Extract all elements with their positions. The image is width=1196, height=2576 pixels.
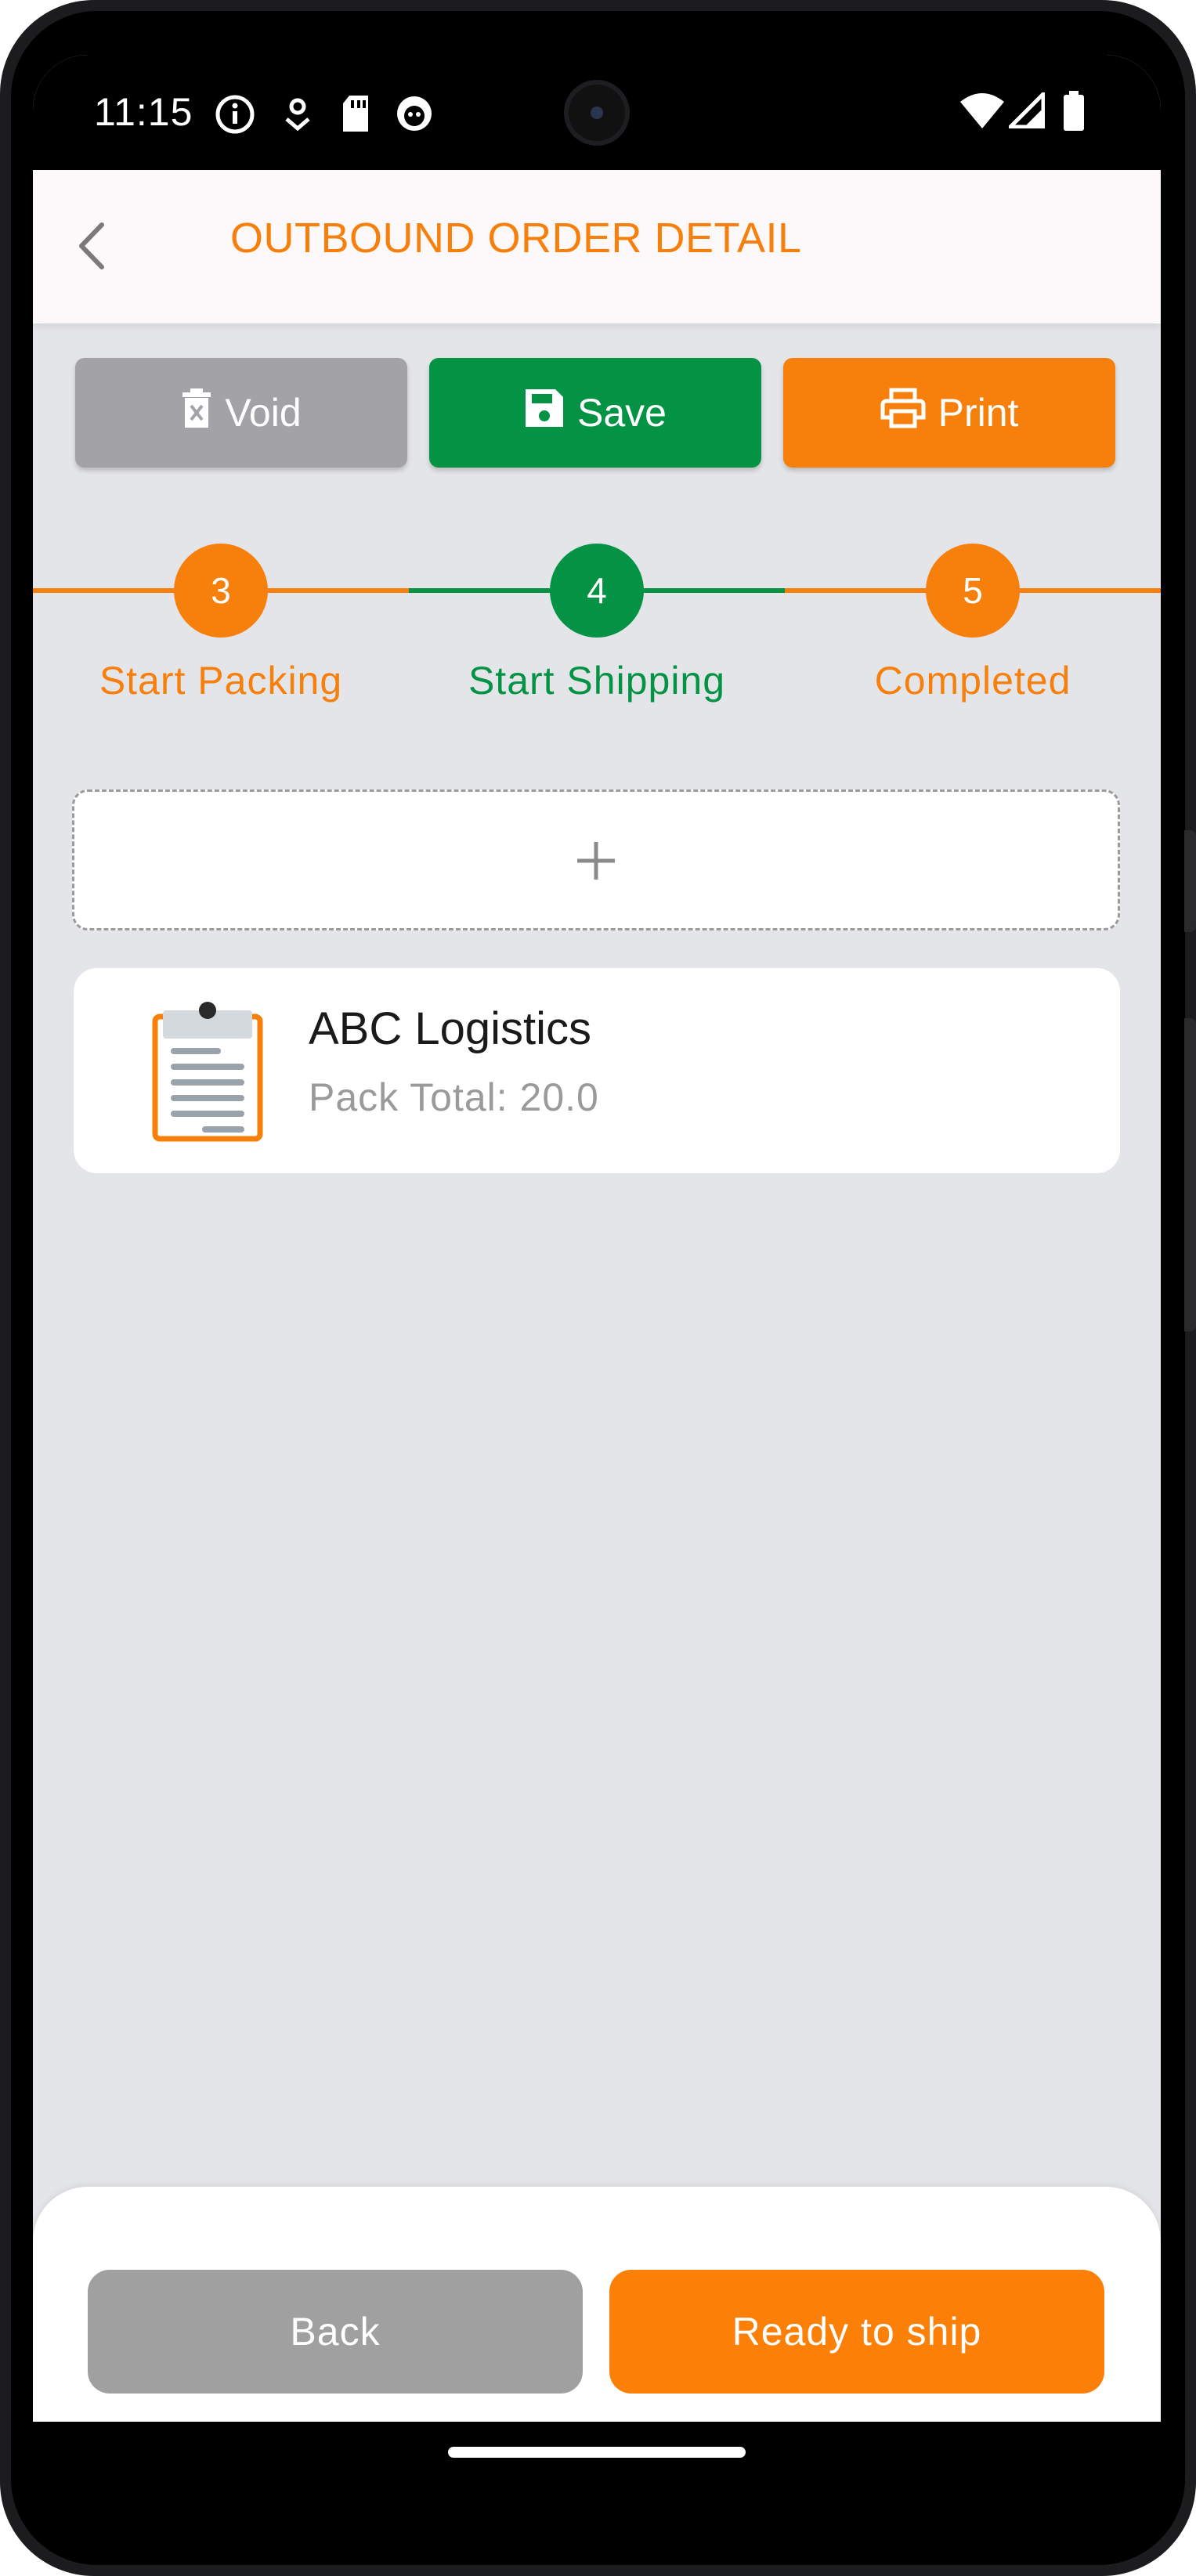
wifi-icon [960, 92, 1004, 134]
void-button[interactable]: Void [75, 358, 407, 468]
system-nav-bar [33, 2422, 1161, 2498]
step-circle-5[interactable]: 5 [926, 544, 1020, 638]
step-label-packing: Start Packing [99, 659, 343, 703]
bottom-action-bar: Back Ready to ship [33, 2187, 1161, 2422]
print-label: Print [938, 391, 1019, 435]
step-circle-4[interactable]: 4 [550, 544, 644, 638]
print-button[interactable]: Print [783, 358, 1115, 468]
save-button[interactable]: Save [429, 358, 761, 468]
power-button [1184, 830, 1196, 932]
info-icon [215, 94, 255, 139]
ready-to-ship-button[interactable]: Ready to ship [609, 2270, 1104, 2394]
status-bar: 11:15 [33, 55, 1161, 170]
status-time: 11:15 [94, 90, 193, 134]
back-button[interactable]: Back [88, 2270, 583, 2394]
step-circle-3[interactable]: 3 [174, 544, 268, 638]
trash-icon [181, 387, 225, 439]
location-pin-icon [282, 94, 313, 139]
pack-total: Pack Total: 20.0 [309, 1075, 599, 1119]
app-bar: OUTBOUND ORDER DETAIL [33, 170, 1161, 323]
carrier-card[interactable]: ABC Logistics Pack Total: 20.0 [74, 968, 1120, 1173]
add-carrier-button[interactable] [72, 789, 1120, 930]
save-label: Save [577, 391, 667, 435]
carrier-name: ABC Logistics [309, 1003, 592, 1054]
cat-face-icon [395, 94, 434, 137]
sd-card-icon [340, 94, 371, 137]
front-camera [564, 80, 630, 146]
step-label-completed: Completed [874, 659, 1071, 703]
clipboard-icon [152, 999, 263, 1146]
floppy-disk-icon [524, 388, 577, 438]
back-arrow-icon[interactable] [67, 219, 122, 273]
battery-icon [1062, 91, 1086, 135]
printer-icon [880, 388, 938, 438]
home-indicator[interactable] [448, 2447, 746, 2458]
page-title: OUTBOUND ORDER DETAIL [230, 215, 802, 262]
volume-button [1184, 1018, 1196, 1331]
void-label: Void [225, 391, 302, 435]
screen: 11:15 OUTBOUND ORDER DETAIL Void Save Pr… [33, 55, 1161, 2498]
step-label-shipping: Start Shipping [468, 659, 726, 703]
signal-icon [1005, 89, 1046, 132]
